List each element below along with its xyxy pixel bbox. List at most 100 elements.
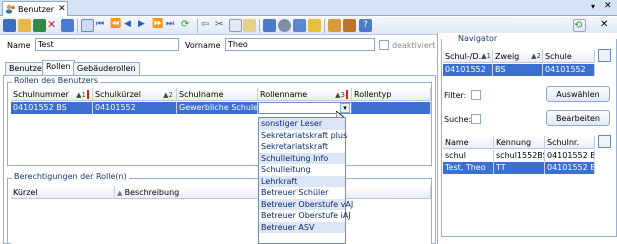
filter-checkbox[interactable] — [471, 90, 481, 100]
save-icon[interactable] — [3, 19, 16, 32]
column-label: Rollentyp — [354, 90, 392, 99]
cell-kennung[interactable]: schul1552BS — [494, 150, 545, 162]
dropdown-option[interactable]: Betreuer ASV — [259, 221, 345, 233]
cell-schulnr[interactable]: 04101552 BS — [545, 162, 595, 174]
column-schulnummer[interactable]: Schulnummer ▲1 — [11, 88, 93, 101]
column-schulkuerzel[interactable]: Schulkürzel ▲2 — [93, 88, 177, 101]
dropdown-option[interactable]: Sekretariatskraft — [259, 141, 345, 153]
first-record-icon[interactable]: ⏮ — [96, 19, 109, 32]
window-tab-benutzer[interactable]: Benutzer ✕ — [2, 1, 68, 16]
column-label: Beschreibung — [124, 188, 180, 197]
cell-schule[interactable]: 04101552 — [543, 64, 595, 76]
sort-indicator: ▲2 — [531, 52, 541, 60]
navigator-panel: Navigator Schul-/D... ▲1 Zweig ▲2 Schule 0… — [437, 33, 617, 244]
deaktiviert-label: deaktiviert — [392, 41, 436, 50]
grid-settings-icon[interactable] — [598, 135, 611, 148]
cell-schulname[interactable]: Gewerbliche Schule ... — [177, 102, 258, 114]
auswaehlen-button[interactable]: Auswählen — [546, 86, 610, 102]
back-arrow-icon[interactable]: ⇦ — [201, 19, 214, 32]
column-rollenname[interactable]: Rollenname ▲3 — [258, 88, 352, 101]
cell-schulnr[interactable]: 04101552 BS — [545, 150, 595, 162]
refresh-icon[interactable]: ⟳ — [181, 19, 194, 32]
tab-list-icon[interactable]: ▾ — [591, 2, 595, 11]
filter-label: Filter: — [444, 91, 467, 100]
column-zweig[interactable]: Zweig ▲2 — [493, 50, 543, 63]
rollenname-dropdown-list[interactable]: sonstiger Leser Sekretariatskraft plus S… — [258, 117, 353, 244]
cell-schul-d[interactable]: 04101552 — [443, 64, 493, 76]
name-label: Name — [7, 41, 31, 50]
column-rollentyp[interactable]: Rollentyp — [352, 88, 431, 101]
sync-icon[interactable]: ⟲ — [573, 19, 586, 32]
close-panel-icon[interactable]: ✕ — [600, 19, 613, 32]
sort-order: 3 — [340, 91, 345, 99]
undo-icon[interactable] — [33, 19, 46, 32]
dropdown-option[interactable]: Sekretariatskraft plus — [259, 130, 347, 142]
vorname-label: Vorname — [185, 41, 221, 50]
users-icon — [6, 4, 15, 14]
help-icon[interactable]: ? — [359, 19, 372, 32]
vorname-field[interactable] — [225, 38, 375, 51]
column-label: Schulkürzel — [95, 90, 141, 99]
dropdown-option[interactable]: Schulleitung — [259, 164, 345, 176]
next-icon[interactable]: ▶ — [138, 19, 151, 32]
cell-kennung[interactable]: TT — [494, 162, 545, 174]
bearbeiten-button[interactable]: Bearbeiten — [546, 110, 610, 126]
suche-checkbox[interactable] — [471, 114, 481, 124]
grid-settings-icon[interactable] — [598, 49, 611, 62]
sort-order: 2 — [168, 91, 173, 99]
tab-rollen[interactable]: Rollen — [42, 60, 75, 75]
user-settings-icon[interactable] — [343, 19, 356, 32]
user-group-icon[interactable] — [328, 19, 341, 32]
cell-name[interactable]: Test, Theo — [443, 162, 494, 174]
column-schulname[interactable]: Schulname — [177, 88, 258, 101]
dropdown-option[interactable]: sonstiger Leser — [259, 118, 345, 130]
rollen-grid: Schulnummer ▲1 Schulkürzel ▲2 Schulname Ro… — [11, 88, 431, 164]
window-tabbar: Benutzer ✕ ▾ ✕ — [0, 0, 617, 16]
list-icon[interactable] — [81, 19, 94, 32]
rewind-icon[interactable]: ⏪ — [110, 19, 123, 32]
save-all-icon[interactable] — [18, 19, 31, 32]
dropdown-option[interactable]: Lehrkraft — [259, 175, 345, 187]
previous-icon[interactable]: ◀ — [124, 19, 137, 32]
column-label: Schulnummer — [13, 90, 69, 99]
sort-indicator: ▲1 — [76, 90, 89, 99]
dropdown-option[interactable]: Betreuer Oberstufe vAJ — [259, 198, 353, 210]
cell-zweig[interactable]: BS — [493, 64, 543, 76]
cell-schulnummer[interactable]: 04101552 BS — [11, 102, 93, 114]
column-label: Schul-/D... — [445, 52, 487, 61]
print-icon[interactable] — [263, 19, 276, 32]
dropdown-option[interactable]: Schulleitung Info — [259, 152, 345, 164]
rollen-group-title: Rollen des Benutzers — [12, 76, 101, 85]
last-record-icon[interactable]: ⏭ — [166, 19, 179, 32]
cell-rollentyp[interactable] — [352, 102, 431, 114]
dropdown-option[interactable]: Betreuer Oberstufe iAJ — [259, 210, 351, 222]
cell-name[interactable]: schul — [443, 150, 494, 162]
column-schule[interactable]: Schule — [543, 50, 595, 63]
key-icon[interactable] — [308, 19, 321, 32]
paste-icon[interactable] — [243, 19, 256, 32]
deaktiviert-checkbox[interactable] — [379, 40, 389, 50]
cut-icon[interactable]: ✂ — [215, 19, 228, 32]
column-schul-d[interactable]: Schul-/D... ▲1 — [443, 50, 493, 63]
column-label: Zweig — [495, 52, 520, 61]
copy-icon[interactable] — [229, 19, 242, 32]
tab-gebaeuderollen[interactable]: Gebäuderollen — [73, 62, 140, 75]
dropdown-option[interactable]: Betreuer Schüler — [259, 187, 345, 199]
berechtigungen-group-title: Berechtigungen der Rolle(n) — [12, 172, 129, 181]
close-icon[interactable]: ✕ — [58, 4, 66, 14]
properties-icon[interactable] — [293, 19, 306, 32]
name-field[interactable] — [35, 38, 179, 51]
sort-indicator: ▲3 — [335, 90, 348, 99]
report-icon[interactable] — [278, 19, 291, 32]
delete-icon[interactable]: ✕ — [47, 19, 60, 32]
window-tab-label: Benutzer — [18, 4, 55, 14]
column-name[interactable]: Name — [443, 136, 494, 149]
new-record-icon[interactable] — [61, 19, 74, 32]
cell-schulkuerzel[interactable]: 04101552 — [93, 102, 177, 114]
column-kennung[interactable]: Kennung — [494, 136, 545, 149]
column-schulnr[interactable]: Schulnr. — [545, 136, 595, 149]
column-kuerzel[interactable]: Kürzel — [11, 186, 115, 199]
fast-forward-icon[interactable]: ⏩ — [152, 19, 165, 32]
navigator-top-grid: Schul-/D... ▲1 Zweig ▲2 Schule 04101552 BS… — [443, 49, 613, 76]
close-window-icon[interactable]: ✕ — [604, 1, 612, 11]
